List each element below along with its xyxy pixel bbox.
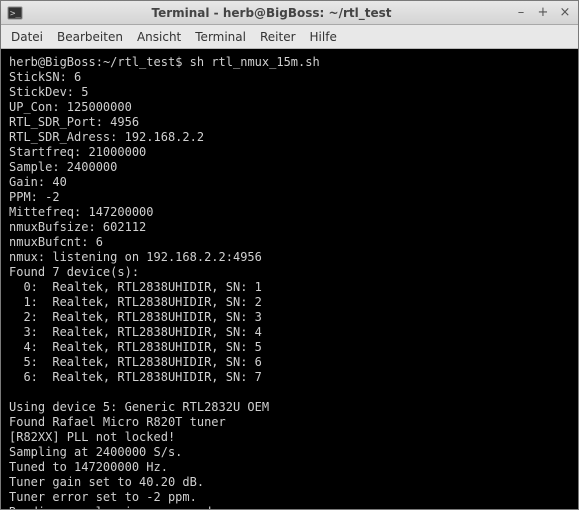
svg-text:>_: >_ [10,9,21,19]
close-button[interactable]: × [558,5,572,20]
menubar: Datei Bearbeiten Ansicht Terminal Reiter… [1,25,578,49]
titlebar[interactable]: >_ Terminal - herb@BigBoss: ~/rtl_test –… [1,1,578,25]
terminal-output-area[interactable]: herb@BigBoss:~/rtl_test$ sh rtl_nmux_15m… [1,49,578,509]
window-controls: – + × [514,5,572,20]
menu-file[interactable]: Datei [11,30,43,44]
prompt-symbol: $ [175,55,182,69]
menu-edit[interactable]: Bearbeiten [57,30,123,44]
menu-view[interactable]: Ansicht [137,30,181,44]
maximize-button[interactable]: + [536,5,550,20]
menu-help[interactable]: Hilfe [310,30,337,44]
minimize-button[interactable]: – [514,5,528,20]
terminal-window: >_ Terminal - herb@BigBoss: ~/rtl_test –… [0,0,579,510]
prompt-command: sh rtl_nmux_15m.sh [190,55,320,69]
terminal-app-icon: >_ [7,5,23,21]
prompt-path: ~/rtl_test [103,55,175,69]
prompt-userhost: herb@BigBoss [9,55,96,69]
window-title: Terminal - herb@BigBoss: ~/rtl_test [29,6,514,20]
terminal-output-lines: StickSN: 6 StickDev: 5 UP_Con: 125000000… [9,70,269,509]
menu-terminal[interactable]: Terminal [195,30,246,44]
menu-tabs[interactable]: Reiter [260,30,296,44]
